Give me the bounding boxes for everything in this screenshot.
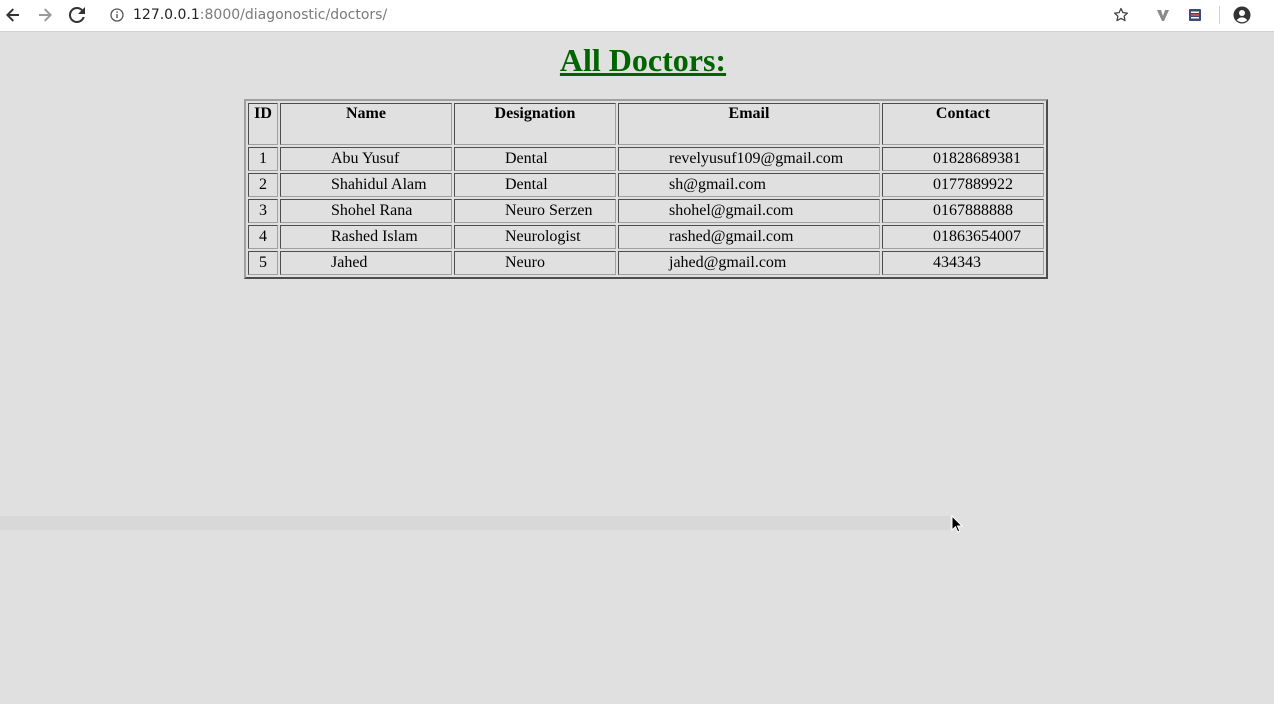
arrow-right-icon (39, 8, 52, 22)
page-title: All Doctors: (559, 42, 727, 78)
table-header-row: ID Name Designation Email Contact (248, 103, 1044, 145)
v-extension-icon (1157, 10, 1169, 21)
cell-id: 2 (248, 173, 278, 197)
header-contact: Contact (882, 103, 1044, 145)
table-row: 4 Rashed Islam Neurologist rashed@gmail.… (248, 225, 1044, 249)
extension-menu-button[interactable] (1184, 4, 1206, 26)
menu-extension-icon (1189, 9, 1201, 21)
bookmark-button[interactable] (1110, 4, 1132, 26)
back-button[interactable] (1, 3, 25, 27)
header-name: Name (280, 103, 452, 145)
cell-name: Jahed (280, 251, 452, 275)
url-path: :8000/diagonostic/doctors/ (199, 7, 388, 23)
cell-contact: 0167888888 (882, 199, 1044, 223)
star-icon (1113, 7, 1129, 22)
forward-button[interactable] (33, 3, 57, 27)
reload-button[interactable] (65, 3, 89, 27)
cell-designation: Dental (454, 147, 616, 171)
cell-email: shohel@gmail.com (618, 199, 880, 223)
info-icon (110, 8, 124, 22)
cell-name: Shahidul Alam (280, 173, 452, 197)
url-host: 127.0.0.1 (133, 7, 200, 23)
table-row: 2 Shahidul Alam Dental sh@gmail.com 0177… (248, 173, 1044, 197)
browser-toolbar: 127.0.0.1:8000/diagonostic/doctors/ (0, 0, 1274, 32)
cell-id: 4 (248, 225, 278, 249)
cell-contact: 0177889922 (882, 173, 1044, 197)
site-info-button[interactable] (108, 6, 126, 24)
cell-contact: 01863654007 (882, 225, 1044, 249)
cell-name: Abu Yusuf (280, 147, 452, 171)
cell-designation: Neuro Serzen (454, 199, 616, 223)
header-id: ID (248, 103, 278, 145)
cell-email: rashed@gmail.com (618, 225, 880, 249)
account-icon (1233, 6, 1251, 24)
cell-email: sh@gmail.com (618, 173, 880, 197)
cell-designation: Neuro (454, 251, 616, 275)
mouse-cursor-icon (951, 514, 964, 538)
cell-id: 3 (248, 199, 278, 223)
doctors-table: ID Name Designation Email Contact 1 Abu … (244, 99, 1048, 279)
reload-icon (69, 7, 85, 23)
header-email: Email (618, 103, 880, 145)
cell-designation: Neurologist (454, 225, 616, 249)
arrow-left-icon (6, 8, 19, 22)
cell-email: revelyusuf109@gmail.com (618, 147, 880, 171)
cell-name: Rashed Islam (280, 225, 452, 249)
table-row: 3 Shohel Rana Neuro Serzen shohel@gmail.… (248, 199, 1044, 223)
cell-designation: Dental (454, 173, 616, 197)
cell-contact: 434343 (882, 251, 1044, 275)
toolbar-separator (1219, 6, 1220, 24)
cell-id: 5 (248, 251, 278, 275)
cell-id: 1 (248, 147, 278, 171)
extension-v-button[interactable] (1152, 4, 1174, 26)
cell-name: Shohel Rana (280, 199, 452, 223)
address-bar[interactable]: 127.0.0.1:8000/diagonostic/doctors/ (133, 6, 387, 24)
table-row: 1 Abu Yusuf Dental revelyusuf109@gmail.c… (248, 147, 1044, 171)
cell-email: jahed@gmail.com (618, 251, 880, 275)
profile-button[interactable] (1231, 4, 1253, 26)
horizontal-band (0, 516, 950, 530)
header-designation: Designation (454, 103, 616, 145)
table-row: 5 Jahed Neuro jahed@gmail.com 434343 (248, 251, 1044, 275)
cell-contact: 01828689381 (882, 147, 1044, 171)
